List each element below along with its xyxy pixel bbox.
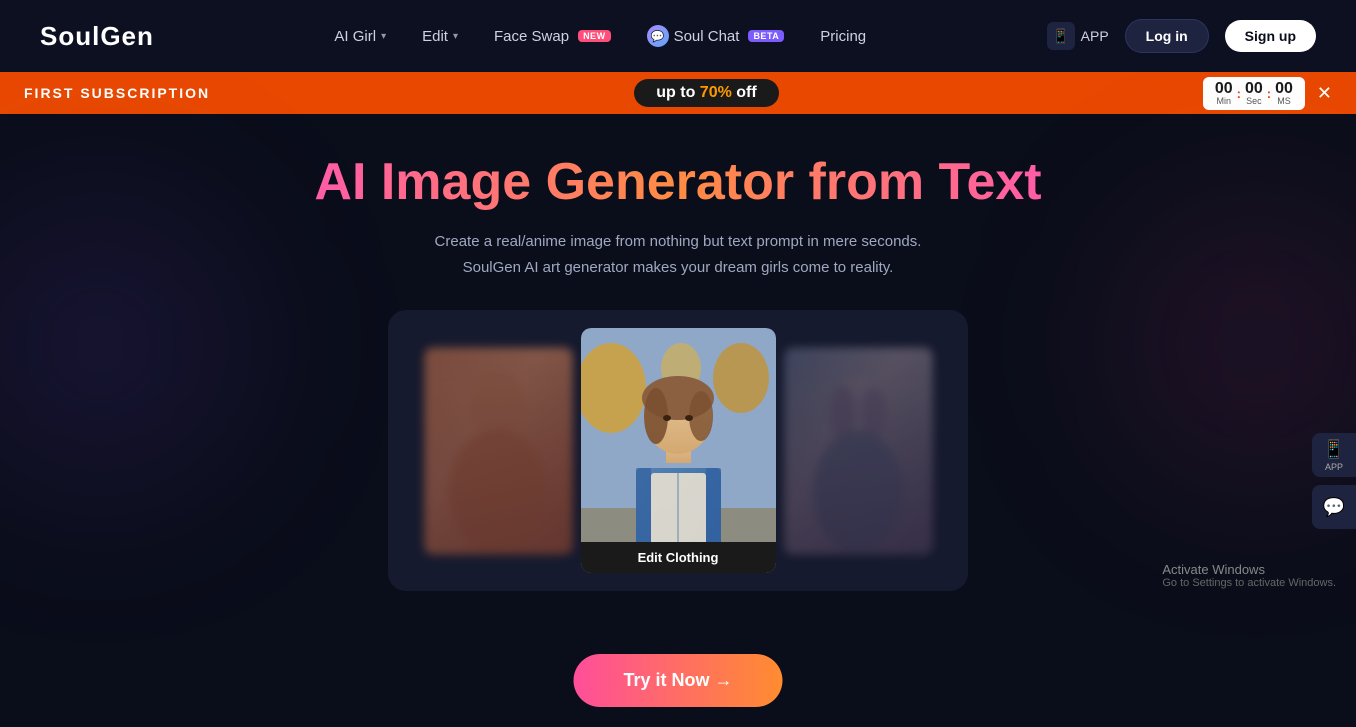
discount-highlight: 70% (700, 84, 732, 101)
beta-badge: Beta (748, 30, 784, 42)
timer-sep-2: : (1267, 86, 1271, 101)
hero-title: AI Image Generator from Text (314, 154, 1041, 211)
brand-logo[interactable]: SoulGen (40, 21, 154, 52)
chevron-down-icon: ▾ (381, 31, 386, 42)
carousel-label: Edit Clothing (581, 542, 776, 573)
app-icon: 📱 (1047, 22, 1075, 50)
carousel-image-center: Edit Clothing (581, 328, 776, 573)
hero-subtitle: Create a real/anime image from nothing b… (435, 229, 922, 280)
ms-label: 00 MS (1275, 81, 1293, 106)
promo-left-text: FIRST SUBSCRIPTION (24, 85, 210, 101)
promo-banner: FIRST SUBSCRIPTION up to 70% off 00 Min … (0, 72, 1356, 114)
promo-right: 00 Min : 00 Sec : 00 MS ✕ (1203, 77, 1332, 110)
close-banner-button[interactable]: ✕ (1317, 84, 1332, 102)
sec-label: 00 Sec (1245, 81, 1263, 106)
soul-chat-icon: 💬 (647, 25, 669, 47)
nav-item-faceswap[interactable]: Face Swap NEW (494, 28, 611, 45)
promo-discount[interactable]: up to 70% off (634, 79, 778, 107)
nav-item-aigirl[interactable]: AI Girl ▾ (334, 28, 386, 45)
app-button[interactable]: 📱 APP (1047, 22, 1109, 50)
floating-app-button[interactable]: 📱 APP (1312, 433, 1356, 477)
new-badge: NEW (578, 30, 611, 42)
carousel-image-left (424, 347, 573, 554)
chat-bubble-icon: 💬 (1323, 497, 1345, 518)
signup-button[interactable]: Sign up (1225, 20, 1316, 52)
nav-center: AI Girl ▾ Edit ▾ Face Swap NEW 💬 Soul Ch… (334, 25, 866, 47)
activate-windows-notice: Activate Windows Go to Settings to activ… (1162, 562, 1336, 589)
image-carousel: Edit Clothing (388, 310, 968, 591)
navbar: SoulGen AI Girl ▾ Edit ▾ Face Swap NEW 💬… (0, 0, 1356, 72)
floating-right-panel: 📱 APP 💬 (1312, 433, 1356, 529)
chevron-down-icon: ▾ (453, 31, 458, 42)
floating-chat-button[interactable]: 💬 (1312, 485, 1356, 529)
timer-sep: : (1237, 86, 1241, 101)
hero-container: AI Image Generator from Text Create a re… (20, 154, 1336, 707)
countdown-timer: 00 Min : 00 Sec : 00 MS (1203, 77, 1305, 110)
promo-center: up to 70% off (210, 79, 1203, 107)
nav-item-edit[interactable]: Edit ▾ (422, 28, 458, 45)
try-now-button[interactable]: Try it Now → (573, 654, 782, 707)
phone-icon: 📱 (1323, 439, 1345, 460)
nav-item-soulchat[interactable]: 💬 Soul Chat Beta (647, 25, 785, 47)
min-label: 00 Min (1215, 81, 1233, 106)
nav-right: 📱 APP Log in Sign up (1047, 19, 1316, 53)
hero-section: AI Image Generator from Text Create a re… (0, 114, 1356, 727)
nav-item-pricing[interactable]: Pricing (820, 28, 866, 45)
carousel-image-right (784, 347, 933, 554)
login-button[interactable]: Log in (1125, 19, 1209, 53)
